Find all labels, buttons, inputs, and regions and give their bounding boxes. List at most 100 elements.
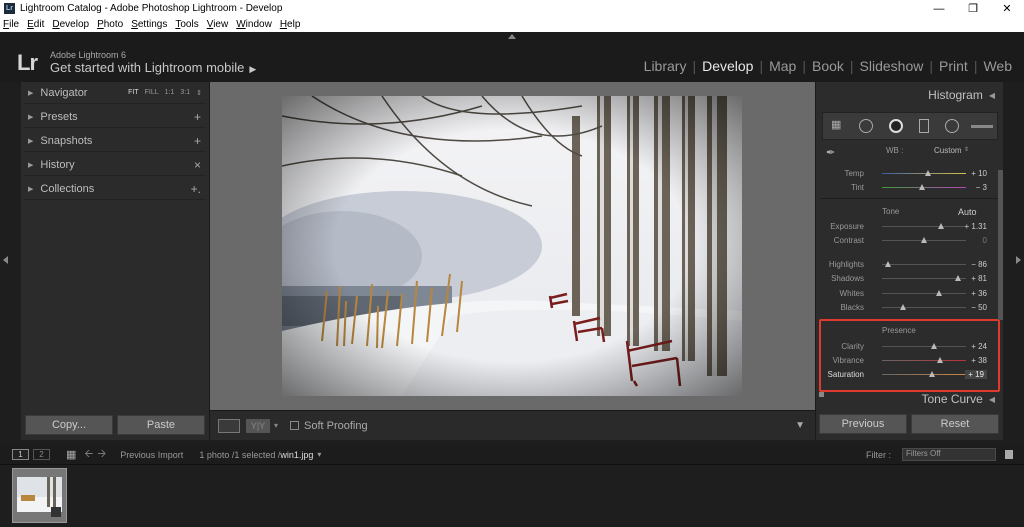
mobile-promo-link[interactable]: Get started with Lightroom mobile ▶ — [50, 60, 256, 75]
module-slideshow[interactable]: Slideshow — [860, 58, 924, 74]
menu-tools[interactable]: Tools — [175, 19, 198, 30]
filmstrip-source[interactable]: Previous Import — [120, 450, 183, 460]
menu-help[interactable]: Help — [280, 19, 301, 30]
red-eye-icon[interactable] — [889, 119, 903, 133]
zoom-1-1[interactable]: 1:1 — [165, 89, 175, 97]
clear-history-icon[interactable]: × — [194, 158, 201, 172]
whites-slider[interactable]: Whites + 36 — [816, 287, 1001, 301]
module-web[interactable]: Web — [983, 58, 1012, 74]
tint-slider[interactable]: Tint − 3 — [816, 181, 1001, 195]
maximize-icon[interactable]: ❐ — [956, 0, 990, 17]
window-2-button[interactable]: 2 — [33, 449, 50, 460]
highlights-thumb[interactable] — [884, 261, 891, 267]
shadows-thumb[interactable] — [954, 275, 961, 281]
wb-eyedropper-icon[interactable]: ✒ — [826, 146, 835, 159]
vibrance-slider[interactable]: Vibrance + 38 — [816, 354, 1001, 368]
clarity-thumb[interactable] — [931, 343, 938, 349]
menu-view[interactable]: View — [207, 19, 229, 30]
saturation-slider[interactable]: Saturation + 19 — [816, 368, 1001, 382]
collections-header[interactable]: ▶ Collections +. — [25, 178, 206, 200]
snapshots-header[interactable]: ▶ Snapshots + — [25, 130, 206, 152]
whites-thumb[interactable] — [936, 290, 943, 296]
module-develop[interactable]: Develop — [702, 58, 753, 74]
contrast-slider[interactable]: Contrast 0 — [816, 234, 1001, 248]
close-icon[interactable]: ✕ — [990, 0, 1024, 17]
module-book[interactable]: Book — [812, 58, 844, 74]
menu-file[interactable]: File — [3, 19, 19, 30]
add-snapshot-icon[interactable]: + — [194, 134, 201, 148]
menu-edit[interactable]: Edit — [27, 19, 44, 30]
radial-filter-icon[interactable] — [945, 119, 959, 133]
zoom-3-1[interactable]: 3:1 — [180, 89, 190, 97]
history-header[interactable]: ▶ History × — [25, 154, 206, 176]
soft-proofing-checkbox[interactable] — [290, 421, 300, 430]
graduated-filter-icon[interactable] — [919, 119, 929, 133]
right-panel-scrollbar[interactable] — [998, 170, 1003, 320]
spot-removal-icon[interactable] — [859, 119, 873, 133]
highlights-value[interactable]: − 86 — [971, 260, 987, 269]
module-map[interactable]: Map — [769, 58, 796, 74]
temp-thumb[interactable] — [925, 170, 932, 176]
clarity-value[interactable]: + 24 — [971, 342, 987, 351]
zoom-stepper-icon[interactable]: ⇕ — [196, 89, 202, 97]
reset-button[interactable]: Reset — [911, 414, 999, 434]
menu-settings[interactable]: Settings — [131, 19, 167, 30]
navigator-header[interactable]: ▶ Navigator FIT FILL 1:1 3:1 ⇕ — [25, 82, 206, 104]
loupe-view-icon[interactable] — [218, 418, 240, 433]
back-arrow-icon[interactable]: 🡨 — [84, 445, 93, 464]
image-canvas[interactable] — [210, 82, 815, 410]
saturation-value[interactable]: + 19 — [965, 370, 987, 379]
blacks-thumb[interactable] — [900, 304, 906, 310]
wb-dropdown-icon[interactable]: ⇕ — [964, 146, 969, 153]
exposure-thumb[interactable] — [937, 223, 944, 229]
exposure-value[interactable]: + 1.31 — [965, 222, 987, 231]
add-collection-icon[interactable]: +. — [191, 182, 201, 196]
grid-view-icon[interactable]: ▦ — [66, 448, 76, 461]
contrast-thumb[interactable] — [921, 237, 927, 243]
menu-develop[interactable]: Develop — [52, 19, 89, 30]
previous-button[interactable]: Previous — [819, 414, 907, 434]
histogram-header[interactable]: Histogram ◀ — [928, 88, 995, 102]
right-panel-toggle-icon[interactable] — [1016, 256, 1021, 264]
vibrance-value[interactable]: + 38 — [971, 356, 987, 365]
copy-settings-button[interactable]: Copy... — [25, 415, 113, 435]
exposure-slider[interactable]: Exposure + 1.31 — [816, 220, 1001, 234]
highlights-slider[interactable]: Highlights − 86 — [816, 258, 1001, 272]
blacks-slider[interactable]: Blacks − 50 — [816, 301, 1001, 315]
temp-slider[interactable]: Temp + 10 — [816, 167, 1001, 181]
paste-settings-button[interactable]: Paste — [117, 415, 205, 435]
clarity-slider[interactable]: Clarity + 24 — [816, 340, 1001, 354]
before-after-icon[interactable]: Y|Y — [246, 418, 270, 433]
tint-thumb[interactable] — [919, 184, 926, 190]
before-after-dropdown-icon[interactable]: ▾ — [274, 421, 278, 430]
temp-value[interactable]: + 10 — [971, 169, 987, 178]
filmstrip-thumbnail[interactable] — [12, 468, 67, 523]
filter-lock-icon[interactable] — [1005, 450, 1013, 459]
crop-overlay-icon[interactable]: ▦ — [831, 118, 841, 131]
saturation-thumb[interactable] — [929, 371, 936, 377]
module-print[interactable]: Print — [939, 58, 968, 74]
toolbar-menu-icon[interactable]: ▼ — [795, 420, 805, 431]
window-1-button[interactable]: 1 — [12, 449, 29, 460]
panel-switch-icon[interactable] — [819, 392, 824, 397]
add-preset-icon[interactable]: + — [194, 110, 201, 124]
shadows-value[interactable]: + 81 — [971, 274, 987, 283]
tint-value[interactable]: − 3 — [976, 183, 987, 192]
minimize-icon[interactable]: — — [922, 0, 956, 17]
presets-header[interactable]: ▶ Presets + — [25, 106, 206, 128]
wb-select[interactable]: Custom — [934, 146, 962, 155]
top-panel-toggle-icon[interactable] — [508, 34, 516, 39]
forward-arrow-icon[interactable]: 🡪 — [97, 445, 106, 464]
tone-auto-button[interactable]: Auto — [958, 207, 977, 217]
menu-window[interactable]: Window — [236, 19, 272, 30]
selected-filename[interactable]: win1.jpg — [280, 450, 313, 460]
menu-photo[interactable]: Photo — [97, 19, 123, 30]
tone-curve-header[interactable]: Tone Curve ◀ — [921, 392, 995, 406]
filter-select[interactable]: Filters Off — [902, 448, 996, 461]
vibrance-thumb[interactable] — [936, 357, 943, 363]
shadows-slider[interactable]: Shadows + 81 — [816, 272, 1001, 286]
whites-value[interactable]: + 36 — [971, 289, 987, 298]
contrast-value[interactable]: 0 — [983, 236, 987, 245]
adjustment-brush-icon[interactable] — [971, 125, 993, 128]
filename-dropdown-icon[interactable]: ▾ — [317, 450, 321, 459]
